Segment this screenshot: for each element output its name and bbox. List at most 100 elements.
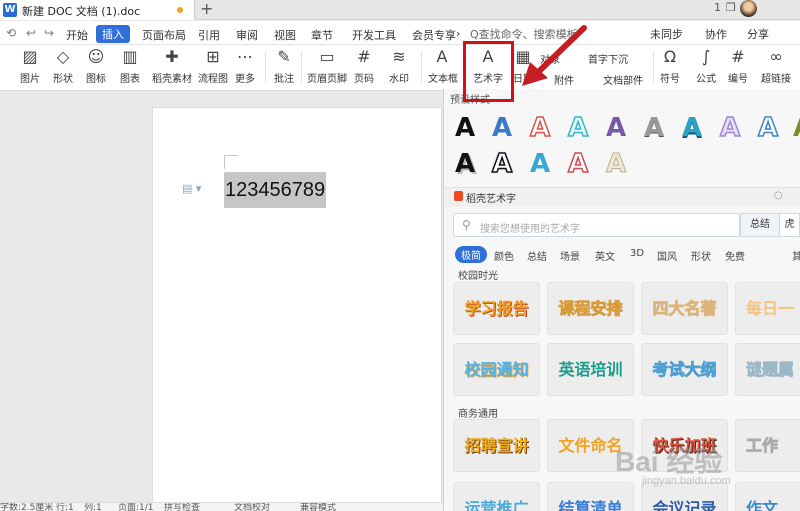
tile-work[interactable]: 工作 — [735, 419, 800, 472]
comment-button[interactable]: ✎ 批注 — [272, 47, 296, 85]
numbering-button[interactable]: # 编号 — [726, 47, 750, 85]
wordart-style-7[interactable]: A — [682, 113, 702, 143]
numbering-icon: # — [731, 47, 745, 66]
tile-settlement[interactable]: 结算清单 — [547, 482, 634, 511]
wordart-style-14[interactable]: A — [567, 148, 589, 180]
menu-page-layout[interactable]: 页面布局 — [142, 27, 186, 43]
title-bar: W 新建 DOC 文档 (1).doc + 1 ❐ — [0, 0, 800, 20]
header-footer-button[interactable]: ▭ 页眉页脚 — [307, 47, 347, 85]
watermark-button[interactable]: ≋ 水印 — [387, 47, 411, 85]
menu-bar: ⟲ ↩ ↪ 开始 插入 页面布局 引用 审阅 视图 章节 开发工具 会员专享 ›… — [0, 21, 800, 45]
menu-home[interactable]: 开始 — [66, 27, 88, 43]
wordart-style-5[interactable]: A — [606, 113, 626, 143]
spell-check-button[interactable]: 拼写检查 — [164, 503, 200, 511]
wordart-search-input[interactable]: ⚲ 搜索您想使用的艺术字 — [453, 213, 740, 237]
menu-vip[interactable]: 会员专享 — [412, 27, 456, 43]
search-icon: ⚲ — [462, 218, 471, 232]
menu-review[interactable]: 审阅 — [236, 27, 258, 43]
daoke-material-button[interactable]: ✚ 稻壳素材 — [152, 47, 192, 85]
shape-icon: ◇ — [56, 47, 70, 66]
tile-study-report[interactable]: 学习报告 — [453, 282, 540, 335]
wordart-style-4[interactable]: A — [567, 112, 589, 144]
drop-cap-button[interactable]: 首字下沉 — [588, 51, 628, 66]
add-tab-button[interactable]: + — [200, 0, 213, 18]
paragraph-handle-icon[interactable]: ▤ ▾ — [182, 182, 201, 195]
document-tab[interactable]: W 新建 DOC 文档 (1).doc — [0, 0, 195, 20]
tile-essay[interactable]: 作文 — [735, 482, 800, 511]
section-business: 商务通用 — [458, 409, 498, 420]
filter-summary[interactable]: 总结 — [527, 248, 547, 263]
picture-icon: ▨ — [22, 47, 38, 66]
tile-exam-outline[interactable]: 考试大纲 — [641, 343, 728, 396]
wordart-style-6[interactable]: A — [644, 113, 664, 143]
more-button[interactable]: ⋯ 更多 — [233, 47, 257, 85]
menu-insert[interactable]: 插入 — [96, 25, 130, 43]
picture-button[interactable]: ▨ 图片 — [18, 47, 42, 85]
baidu-watermark: Bai 经验 — [615, 446, 723, 477]
status-line: 行:1 — [56, 503, 74, 511]
selected-text[interactable]: 123456789 — [224, 172, 326, 208]
proofread-button[interactable]: 文档校对 — [234, 503, 270, 511]
wordart-style-3[interactable]: A — [529, 112, 551, 144]
chart-button[interactable]: ▥ 图表 — [118, 47, 142, 85]
wordart-style-8[interactable]: A — [719, 112, 741, 144]
filter-3d[interactable]: 3D — [630, 248, 644, 259]
filter-color[interactable]: 颜色 — [494, 248, 514, 263]
tile-puzzle[interactable]: 谜题属 — [735, 343, 800, 396]
wordart-style-10[interactable]: A — [793, 113, 800, 143]
undo-icon[interactable]: ↩ — [26, 26, 36, 40]
wordart-style-1[interactable]: A — [455, 113, 475, 143]
tile-campus-notice[interactable]: 校园通知 — [453, 343, 540, 396]
menu-references[interactable]: 引用 — [198, 27, 220, 43]
icon-button[interactable]: ☺ 图标 — [84, 47, 108, 85]
window-count-icon[interactable]: 1 — [714, 1, 721, 14]
shape-button[interactable]: ◇ 形状 — [51, 47, 75, 85]
share-button[interactable]: 分享 — [747, 26, 769, 42]
chat-icon[interactable]: ◌ — [774, 190, 783, 201]
wordart-style-13[interactable]: A — [530, 149, 550, 179]
omega-icon: Ω — [663, 47, 677, 66]
symbol-button[interactable]: Ω 符号 — [658, 47, 682, 85]
collaborate-button[interactable]: 协作 — [705, 26, 727, 42]
tile-course-schedule[interactable]: 课程安排 — [547, 282, 634, 335]
filter-minimal[interactable]: 极简 — [455, 246, 487, 263]
redo-icon[interactable]: ↪ — [44, 26, 54, 40]
wordart-style-15[interactable]: A — [605, 149, 626, 180]
wordart-search-tag[interactable]: 虎 — [780, 213, 800, 237]
material-icon: ✚ — [165, 47, 179, 66]
menu-section[interactable]: 章节 — [311, 27, 333, 43]
wordart-style-11[interactable]: A — [455, 149, 475, 179]
document-parts-button[interactable]: 文档部件 — [603, 72, 643, 87]
document-page[interactable] — [152, 107, 442, 511]
filter-shape[interactable]: 形状 — [691, 248, 711, 263]
menu-developer[interactable]: 开发工具 — [352, 27, 396, 43]
tile-operations[interactable]: 运营推广 — [453, 482, 540, 511]
restore-icon[interactable]: ❐ — [726, 1, 736, 14]
page-number-button[interactable]: # 页码 — [352, 47, 376, 85]
filter-scene[interactable]: 场景 — [560, 248, 580, 263]
tile-english-training[interactable]: 英语培训 — [547, 343, 634, 396]
annotation-highlight-box — [463, 41, 514, 102]
textbox-button[interactable]: A 文本框 — [428, 47, 458, 85]
wordart-style-9[interactable]: A — [757, 112, 779, 144]
hyperlink-button[interactable]: ∞ 超链接 — [760, 47, 792, 85]
open-icon[interactable]: ⟲ — [6, 26, 16, 40]
flowchart-button[interactable]: ⊞ 流程图 — [197, 47, 229, 85]
filter-free[interactable]: 免费 — [725, 248, 745, 263]
avatar[interactable] — [740, 0, 757, 17]
tile-recruit-talk[interactable]: 招聘宣讲 — [453, 419, 540, 472]
menu-view[interactable]: 视图 — [274, 27, 296, 43]
filter-more[interactable]: 其 — [792, 248, 800, 263]
writer-icon: W — [3, 3, 17, 17]
filter-english[interactable]: 英文 — [595, 248, 615, 263]
tile-daily[interactable]: 每日一 — [735, 282, 800, 335]
unsynced-status[interactable]: 未同步 — [650, 26, 683, 42]
tile-four-classics[interactable]: 四大名著 — [641, 282, 728, 335]
formula-button[interactable]: ∫ 公式 — [694, 47, 718, 85]
wordart-style-12[interactable]: A — [491, 148, 513, 180]
wordart-search-button[interactable]: 总结 — [740, 213, 780, 237]
wordart-style-2[interactable]: A — [492, 113, 512, 143]
filter-guofeng[interactable]: 国风 — [657, 248, 677, 263]
menu-more-icon[interactable]: › — [456, 27, 460, 40]
link-icon: ∞ — [769, 47, 783, 66]
